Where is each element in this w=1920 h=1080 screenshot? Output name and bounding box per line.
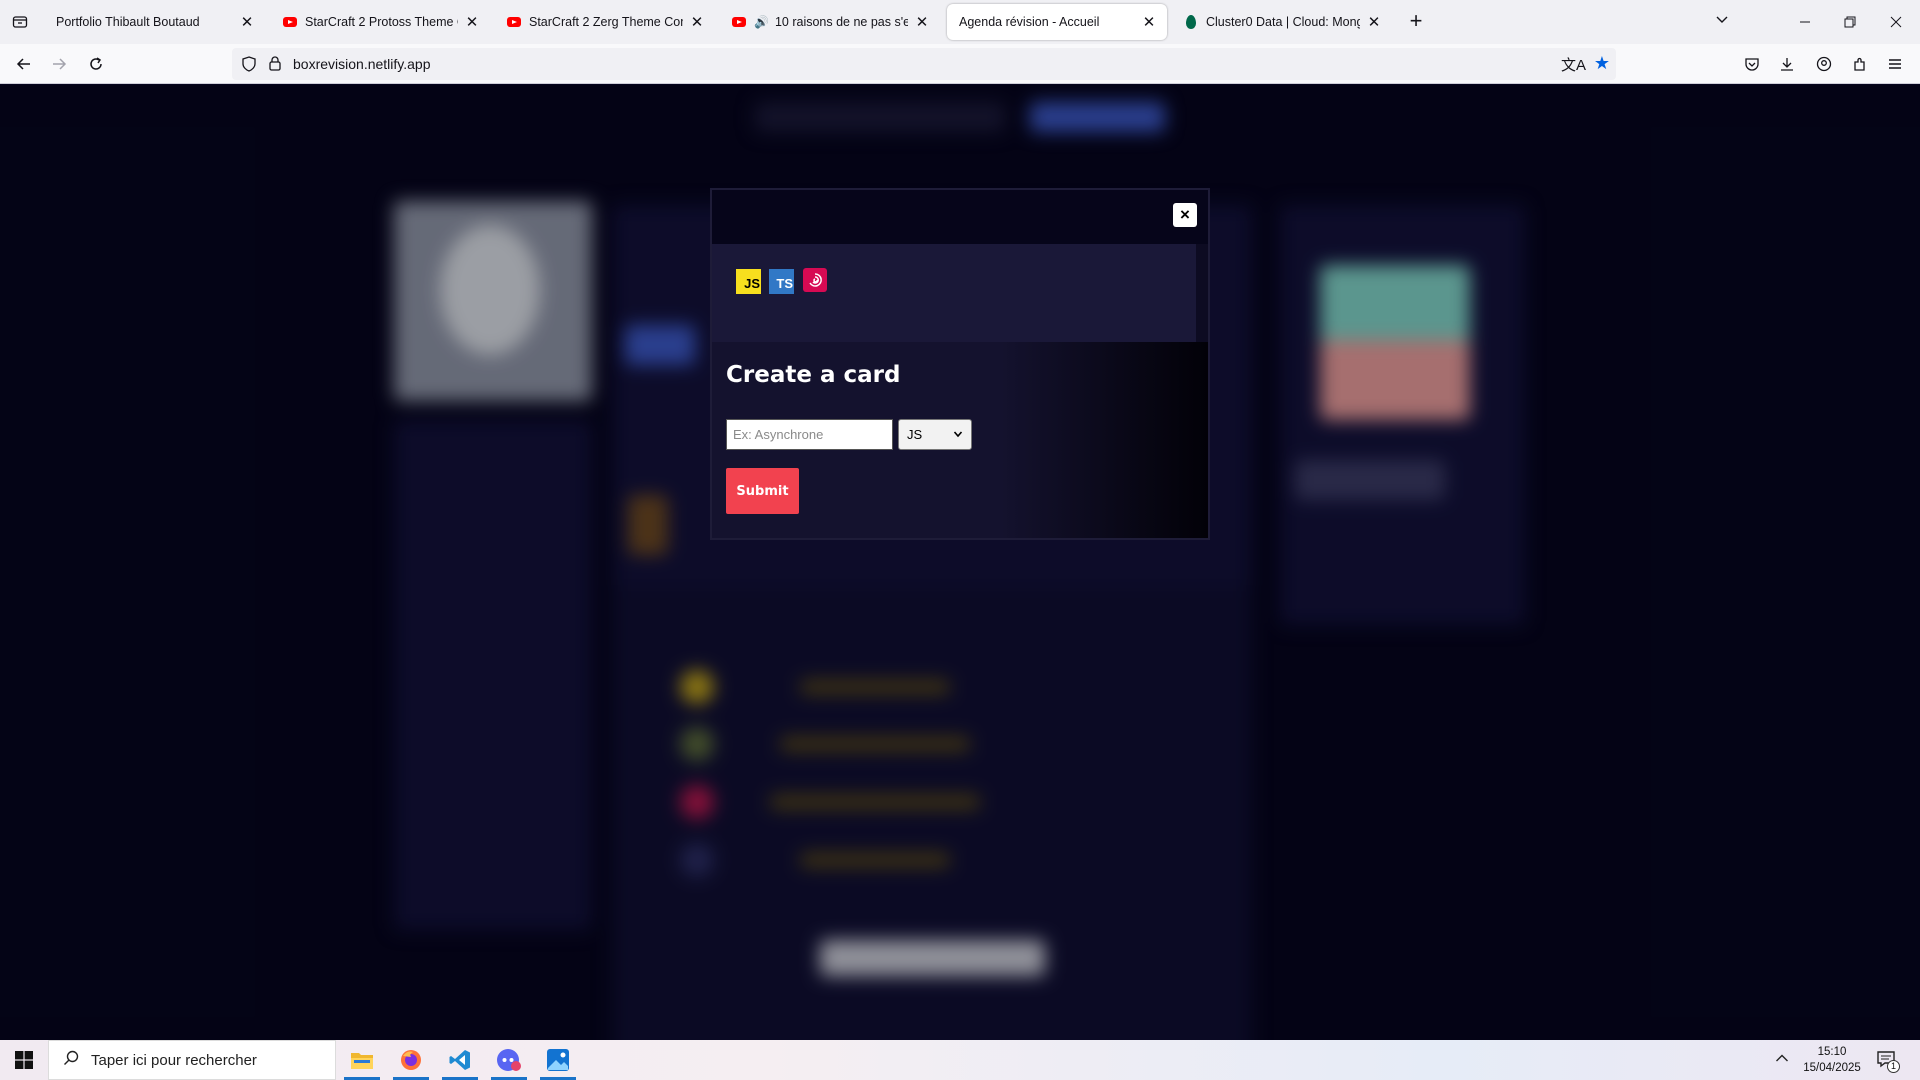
notification-icon[interactable]: 1 xyxy=(1876,1049,1900,1073)
vscode-icon[interactable] xyxy=(436,1040,484,1080)
language-select-value: JS xyxy=(907,427,923,442)
account-icon[interactable] xyxy=(1813,53,1835,75)
mongodb-icon xyxy=(1184,15,1198,29)
clock-date: 15/04/2025 xyxy=(1803,1062,1861,1074)
tab-raisons[interactable]: 🔊 10 raisons de ne pas s'expa ✕ xyxy=(720,4,940,40)
taskbar: Taper ici pour rechercher 15:10 15/04/20… xyxy=(0,1040,1920,1080)
forward-icon[interactable] xyxy=(45,50,73,78)
reload-icon[interactable] xyxy=(82,50,110,78)
tab-bar: Portfolio Thibault Boutaud ✕ StarCraft 2… xyxy=(0,0,1920,44)
youtube-icon xyxy=(507,15,521,29)
back-icon[interactable] xyxy=(10,50,38,78)
debian-icon xyxy=(803,268,827,292)
language-select[interactable]: JS xyxy=(898,419,972,450)
tab-title: Portfolio Thibault Boutaud xyxy=(56,15,200,29)
youtube-icon xyxy=(283,15,297,29)
close-tab-icon[interactable]: ✕ xyxy=(464,14,480,31)
typescript-icon: TS xyxy=(769,269,794,294)
clock-time: 15:10 xyxy=(1817,1046,1847,1058)
close-tab-icon[interactable]: ✕ xyxy=(1141,14,1157,31)
discord-icon[interactable] xyxy=(485,1040,533,1080)
chevron-down-icon[interactable] xyxy=(1710,12,1734,32)
tab-title: Agenda révision - Accueil xyxy=(959,15,1100,29)
pocket-icon[interactable] xyxy=(1741,53,1763,75)
close-tab-icon[interactable]: ✕ xyxy=(239,14,255,31)
modal-title: Create a card xyxy=(726,362,901,388)
lock-icon[interactable] xyxy=(268,55,282,76)
firefox-icon[interactable] xyxy=(387,1040,435,1080)
modal-header xyxy=(712,190,1208,244)
tab-protoss[interactable]: StarCraft 2 Protoss Theme Comp ✕ xyxy=(271,4,490,40)
menu-icon[interactable] xyxy=(1884,53,1906,75)
taskbar-search[interactable]: Taper ici pour rechercher xyxy=(48,1040,336,1080)
list-all-tabs-icon[interactable] xyxy=(8,10,32,34)
technology-logos: JS TS xyxy=(712,244,1196,342)
windows-start-icon[interactable] xyxy=(0,1040,48,1080)
shield-icon[interactable] xyxy=(242,56,256,77)
show-hidden-icons[interactable] xyxy=(1775,1050,1789,1066)
restore-icon[interactable] xyxy=(1830,8,1870,36)
notification-count: 1 xyxy=(1887,1060,1900,1073)
close-window-icon[interactable] xyxy=(1876,8,1916,36)
close-tab-icon[interactable]: ✕ xyxy=(689,14,705,31)
javascript-icon: JS xyxy=(736,269,761,294)
bookmark-star-icon[interactable]: ★ xyxy=(1594,53,1610,74)
submit-button[interactable]: Submit xyxy=(726,468,799,514)
tab-zerg[interactable]: StarCraft 2 Zerg Theme Compila ✕ xyxy=(495,4,715,40)
tab-title: Cluster0 Data | Cloud: MongoDB xyxy=(1206,15,1360,29)
extensions-icon[interactable] xyxy=(1849,53,1871,75)
url-bar[interactable]: boxrevision.netlify.app 文A ★ xyxy=(232,48,1616,80)
system-clock[interactable]: 15:10 15/04/2025 xyxy=(1800,1044,1864,1076)
navigation-bar: boxrevision.netlify.app 文A ★ xyxy=(0,44,1920,84)
modal-body: Create a card JS Submit xyxy=(712,342,1208,538)
tab-title: StarCraft 2 Protoss Theme Comp xyxy=(305,15,458,29)
card-name-input[interactable] xyxy=(726,419,893,450)
new-tab-icon[interactable]: + xyxy=(1404,10,1428,34)
tab-portfolio[interactable]: Portfolio Thibault Boutaud ✕ xyxy=(44,4,265,40)
tab-title: StarCraft 2 Zerg Theme Compila xyxy=(529,15,683,29)
tab-mongodb[interactable]: Cluster0 Data | Cloud: MongoDB ✕ xyxy=(1172,4,1392,40)
tab-title: 10 raisons de ne pas s'expa xyxy=(774,15,908,29)
close-tab-icon[interactable]: ✕ xyxy=(914,14,930,31)
close-tab-icon[interactable]: ✕ xyxy=(1366,14,1382,31)
photos-icon[interactable] xyxy=(534,1040,582,1080)
close-icon[interactable]: × xyxy=(1173,203,1197,227)
search-icon xyxy=(63,1050,79,1071)
youtube-icon xyxy=(732,15,746,29)
search-placeholder: Taper ici pour rechercher xyxy=(91,1051,257,1069)
tab-agenda[interactable]: Agenda révision - Accueil ✕ xyxy=(947,4,1167,40)
file-explorer-icon[interactable] xyxy=(338,1040,386,1080)
chevron-down-icon xyxy=(953,427,963,442)
speaker-icon[interactable]: 🔊 xyxy=(754,15,769,29)
translate-icon[interactable]: 文A xyxy=(1561,54,1586,75)
downloads-icon[interactable] xyxy=(1776,53,1798,75)
url-text[interactable]: boxrevision.netlify.app xyxy=(293,56,430,72)
create-card-modal: × JS TS Create a card JS Submit xyxy=(710,188,1210,540)
minimize-icon[interactable] xyxy=(1785,8,1825,36)
